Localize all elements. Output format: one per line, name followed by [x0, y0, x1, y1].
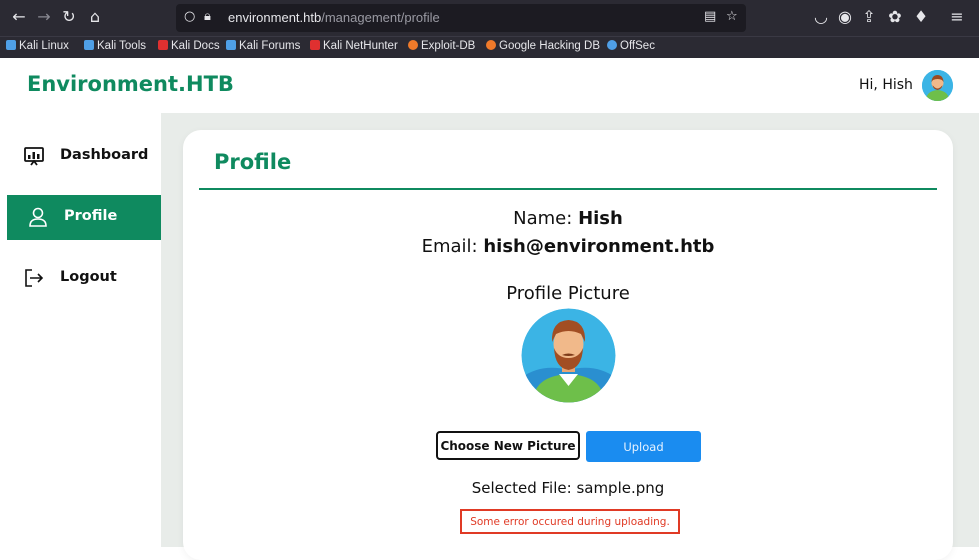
ghdb-icon — [486, 40, 496, 50]
kali-nethunter-icon — [310, 40, 320, 50]
sidebar-item-profile[interactable]: Profile — [7, 195, 161, 240]
pocket-icon[interactable]: ◡ — [810, 6, 832, 28]
url-text[interactable]: environment.htb/management/profile — [228, 10, 440, 25]
bookmark-google-hacking-db[interactable]: Google Hacking DB — [486, 40, 600, 52]
monitor-chart-icon — [24, 147, 44, 166]
sidebar-item-label: Profile — [64, 208, 118, 224]
back-icon[interactable]: ← — [8, 6, 30, 28]
menu-icon[interactable]: ≡ — [946, 6, 968, 28]
kali-docs-icon — [158, 40, 168, 50]
url-host: environment.htb — [228, 10, 322, 25]
exploit-db-icon — [408, 40, 418, 50]
bookmark-star-icon[interactable]: ☆ — [726, 9, 738, 24]
profile-name: Name: Hish — [513, 208, 623, 229]
selected-file: Selected File: sample.png — [471, 479, 665, 497]
title-divider — [199, 188, 937, 190]
offsec-icon — [607, 40, 617, 50]
bookmarks-bar: Kali Linux Kali Tools Kali Docs Kali For… — [0, 36, 979, 59]
profile-picture-label: Profile Picture — [506, 283, 630, 304]
user-greeting: Hi, Hish — [859, 77, 913, 93]
page-title: Profile — [214, 150, 292, 174]
bookmark-kali-nethunter[interactable]: Kali NetHunter — [310, 40, 398, 52]
user-avatar-icon — [922, 70, 953, 101]
bookmark-kali-tools[interactable]: Kali Tools — [84, 40, 146, 52]
url-path: /management/profile — [321, 10, 440, 25]
error-message-box: Some error occured during uploading. — [460, 509, 680, 534]
bookmark-kali-linux[interactable]: Kali Linux — [6, 40, 69, 52]
upload-button[interactable]: Upload — [586, 431, 701, 462]
logout-icon — [25, 269, 44, 287]
profile-email: Email: hish@environment.htb — [421, 236, 715, 257]
sidebar: Dashboard Profile Logout — [0, 113, 161, 547]
kali-tools-icon — [84, 40, 94, 50]
sidebar-item-label: Logout — [60, 269, 117, 285]
reload-icon[interactable]: ↻ — [58, 6, 80, 28]
browser-toolbar: ← → ↻ ⌂ ○ 🔒︎ environment.htb/management/… — [0, 0, 979, 36]
bookmark-kali-forums[interactable]: Kali Forums — [226, 40, 300, 52]
shield-icon: ○ — [184, 9, 196, 24]
user-icon — [29, 207, 47, 227]
app-header: Environment.HTB Hi, Hish — [0, 58, 979, 114]
avatar[interactable] — [922, 70, 953, 101]
address-bar[interactable]: ○ 🔒︎ environment.htb/management/profile … — [176, 4, 746, 32]
choose-picture-button[interactable]: Choose New Picture — [436, 431, 580, 460]
bookmark-kali-docs[interactable]: Kali Docs — [158, 40, 220, 52]
account-icon[interactable]: ◉ — [834, 6, 856, 28]
brand-logo[interactable]: Environment.HTB — [27, 72, 234, 96]
extension-icon[interactable]: ✿ — [884, 6, 906, 28]
profile-card: Profile Name: Hish Email: hish@environme… — [183, 130, 953, 560]
kali-icon — [6, 40, 16, 50]
profile-picture — [521, 308, 616, 403]
kali-forums-icon — [226, 40, 236, 50]
error-message: Some error occured during uploading. — [470, 516, 670, 528]
forward-icon[interactable]: → — [33, 6, 55, 28]
bookmark-exploit-db[interactable]: Exploit-DB — [408, 40, 475, 52]
sidebar-item-logout[interactable]: Logout — [7, 256, 161, 301]
sidebar-item-label: Dashboard — [60, 147, 149, 163]
sidebar-item-dashboard[interactable]: Dashboard — [7, 134, 161, 179]
home-icon[interactable]: ⌂ — [84, 6, 106, 28]
bookmark-offsec[interactable]: OffSec — [607, 40, 655, 52]
share-icon[interactable]: ⇪ — [858, 6, 880, 28]
extension-purple-icon[interactable]: ♦ — [910, 6, 932, 28]
lock-icon: 🔒︎ — [204, 9, 211, 24]
reader-view-icon[interactable]: ▤ — [704, 9, 716, 24]
